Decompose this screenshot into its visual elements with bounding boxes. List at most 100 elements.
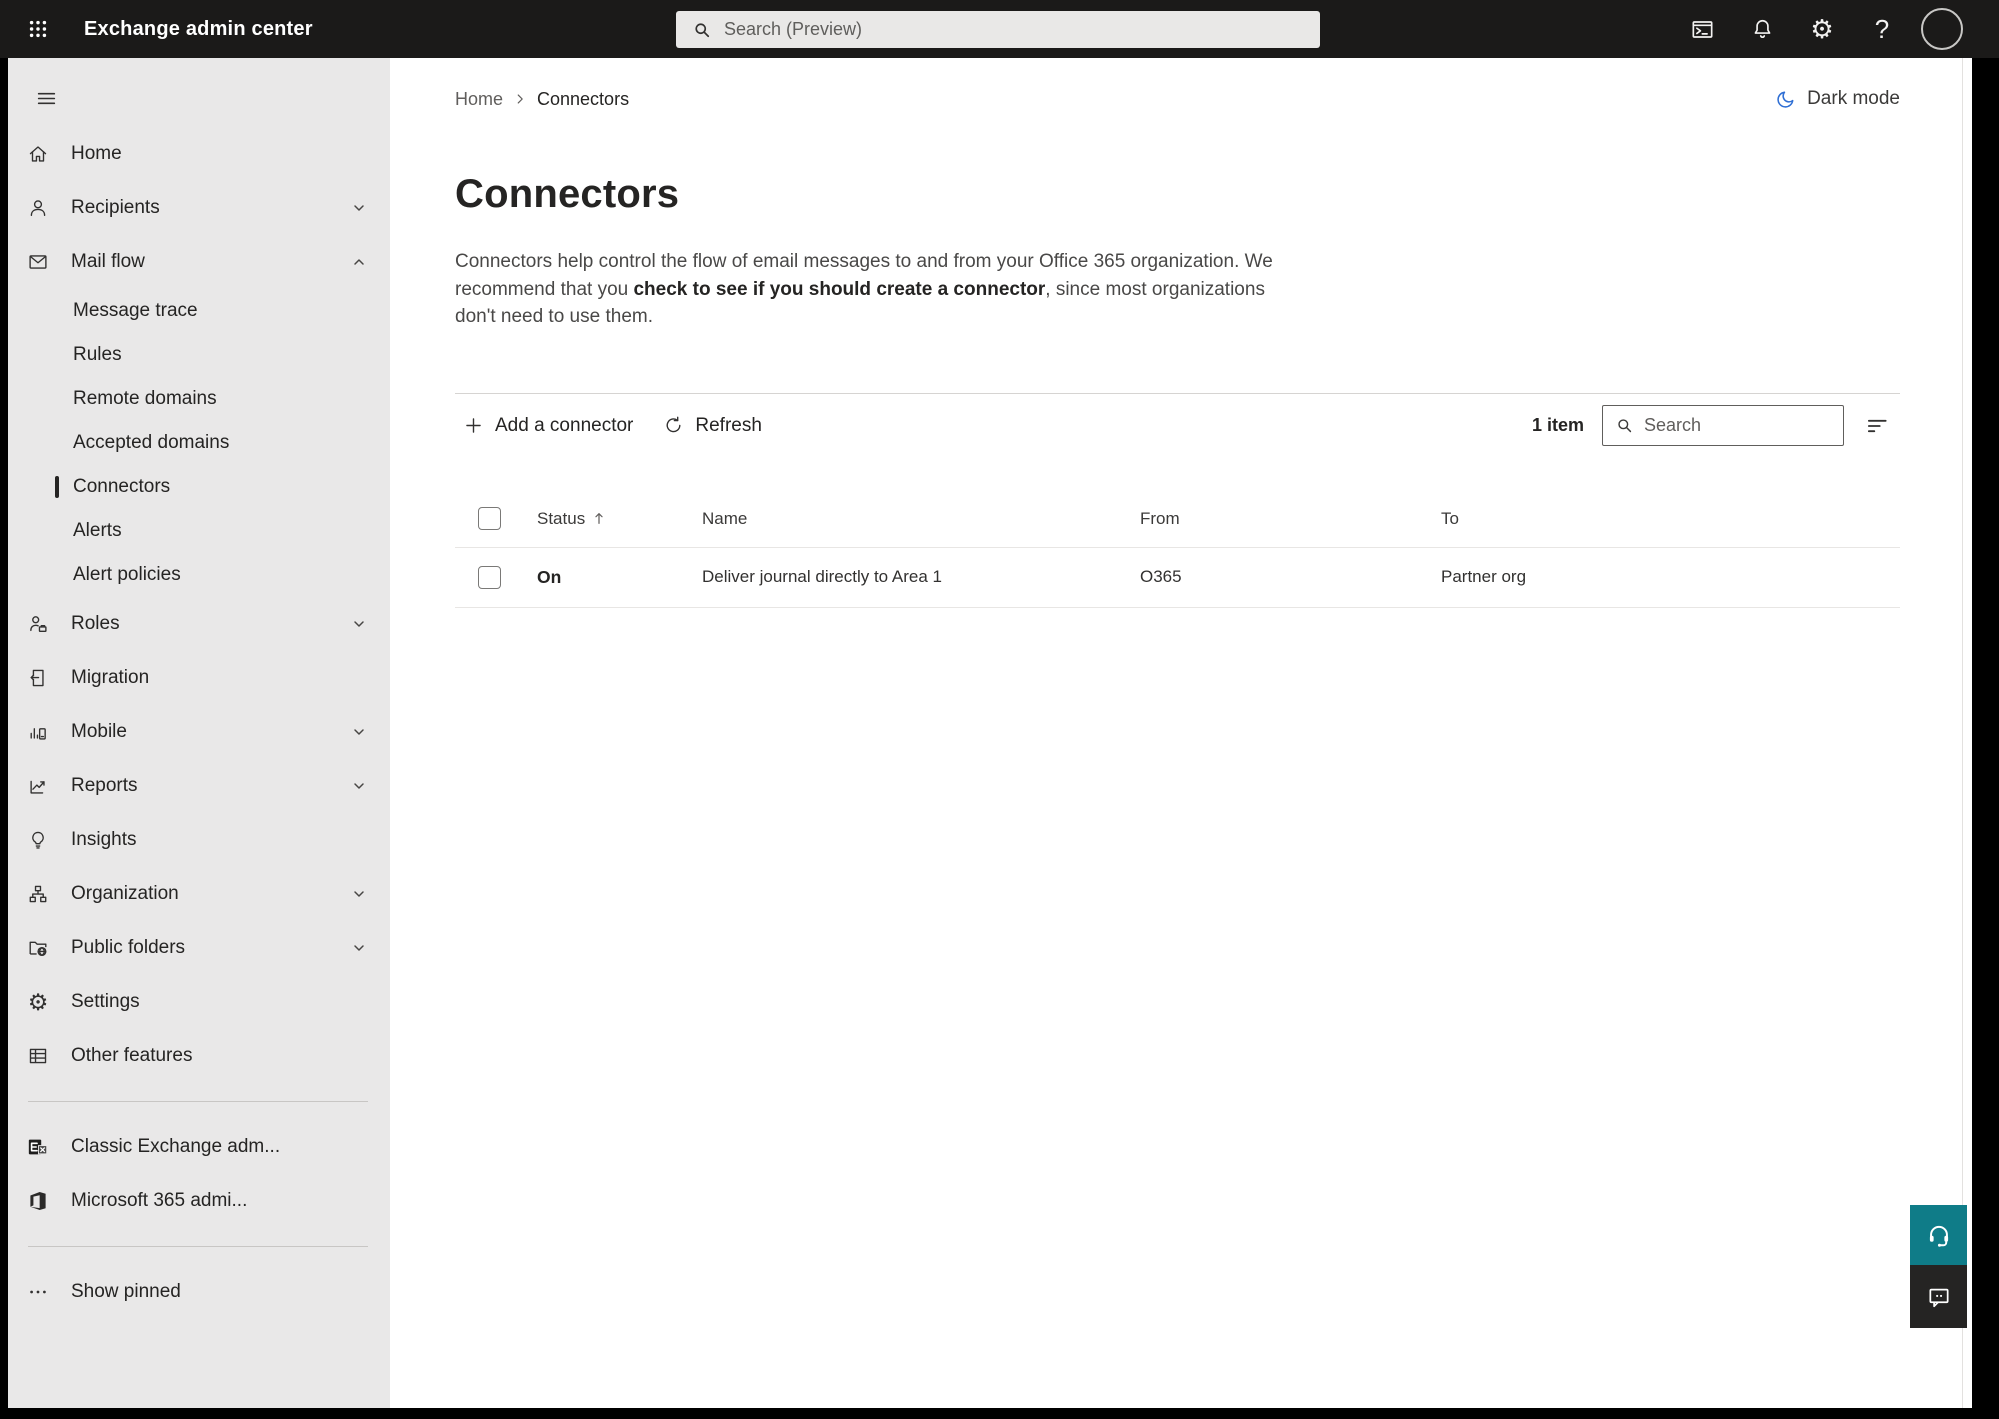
row-to: Partner org bbox=[1441, 567, 1527, 586]
sidebar-divider bbox=[28, 1246, 368, 1247]
chevron-down-icon bbox=[351, 778, 367, 794]
chevron-down-icon bbox=[351, 200, 367, 216]
sidebar-item-rules[interactable]: Rules bbox=[8, 333, 390, 377]
app-launcher-button[interactable] bbox=[18, 9, 58, 49]
sidebar-item-label: Insights bbox=[71, 829, 137, 850]
bell-icon bbox=[1754, 19, 1770, 38]
powershell-button[interactable] bbox=[1672, 0, 1732, 58]
refresh-button[interactable]: Refresh bbox=[655, 409, 770, 443]
sidebar-item-label: Classic Exchange adm... bbox=[71, 1136, 281, 1157]
breadcrumb-current: Connectors bbox=[537, 88, 630, 109]
sidebar-item-recipients[interactable]: Recipients bbox=[8, 181, 390, 235]
table-header-row: Status Name From To bbox=[455, 491, 1900, 547]
sidebar-item-label: Show pinned bbox=[71, 1281, 181, 1302]
list-search-input[interactable] bbox=[1644, 415, 1843, 436]
sidebar-item-label: Mobile bbox=[71, 721, 127, 742]
column-header-from[interactable]: From bbox=[1118, 509, 1419, 529]
support-button[interactable] bbox=[1910, 1205, 1967, 1265]
sidebar-item-label: Connectors bbox=[73, 476, 171, 497]
sort-ascending-icon bbox=[592, 511, 606, 526]
sidebar-item-classic-exchange-admin[interactable]: Classic Exchange adm... bbox=[8, 1120, 390, 1174]
chevron-down-icon bbox=[351, 616, 367, 632]
search-icon bbox=[1618, 419, 1632, 433]
row-checkbox[interactable] bbox=[478, 565, 501, 589]
sidebar-item-label: Alerts bbox=[73, 520, 122, 541]
moon-icon bbox=[1777, 91, 1794, 108]
sidebar-item-label: Remote domains bbox=[73, 388, 217, 409]
notifications-button[interactable] bbox=[1732, 0, 1792, 58]
sidebar-item-settings[interactable]: ⚙ Settings bbox=[8, 975, 390, 1029]
chevron-down-icon bbox=[351, 940, 367, 956]
refresh-label: Refresh bbox=[695, 414, 762, 436]
breadcrumb: Home Connectors bbox=[455, 89, 629, 110]
reports-icon bbox=[27, 775, 49, 797]
sidebar-item-mobile[interactable]: Mobile bbox=[8, 705, 390, 759]
collapse-nav-button[interactable] bbox=[26, 78, 66, 118]
ellipsis-icon bbox=[27, 1281, 49, 1303]
table-row[interactable]: On Deliver journal directly to Area 1 O3… bbox=[455, 546, 1900, 608]
global-search-box[interactable] bbox=[676, 11, 1320, 48]
topbar: Exchange admin center Search (Preview) ⚙… bbox=[0, 0, 1999, 58]
help-button[interactable]: ? bbox=[1852, 0, 1912, 58]
sidebar-item-alert-policies[interactable]: Alert policies bbox=[8, 553, 390, 597]
list-toolbar: Add a connector Refresh 1 item bbox=[455, 394, 1900, 458]
global-search-input[interactable] bbox=[724, 19, 1320, 40]
sidebar-item-label: Alert policies bbox=[73, 564, 181, 585]
sidebar-item-label: Rules bbox=[73, 344, 122, 365]
sidebar-item-show-pinned[interactable]: Show pinned bbox=[8, 1265, 390, 1319]
mobile-icon bbox=[27, 721, 49, 743]
sidebar-divider bbox=[28, 1101, 368, 1102]
avatar bbox=[1921, 8, 1963, 50]
column-header-to[interactable]: To bbox=[1419, 509, 1900, 529]
add-connector-button[interactable]: Add a connector bbox=[455, 409, 641, 443]
filter-button[interactable] bbox=[1862, 411, 1892, 441]
person-badge-icon bbox=[27, 613, 49, 635]
exchange-admin-center: Exchange admin center Search (Preview) ⚙… bbox=[0, 0, 1999, 1419]
sidebar-item-microsoft-365-admin[interactable]: Microsoft 365 admi... bbox=[8, 1174, 390, 1228]
sidebar-item-public-folders[interactable]: Public folders bbox=[8, 921, 390, 975]
sidebar-item-organization[interactable]: Organization bbox=[8, 867, 390, 921]
corner-buttons bbox=[1910, 1205, 1967, 1328]
chevron-up-icon bbox=[351, 254, 367, 270]
chevron-down-icon bbox=[351, 724, 367, 740]
sidebar-item-insights[interactable]: Insights bbox=[8, 813, 390, 867]
lightbulb-icon bbox=[27, 829, 49, 851]
sidebar-item-remote-domains[interactable]: Remote domains bbox=[8, 377, 390, 421]
settings-button[interactable]: ⚙ bbox=[1792, 0, 1852, 58]
sidebar-item-label: Settings bbox=[71, 991, 140, 1012]
select-all-checkbox[interactable] bbox=[478, 507, 501, 530]
sidebar-item-label: Roles bbox=[71, 613, 120, 634]
sidebar-item-label: Organization bbox=[71, 883, 179, 904]
app-title: Exchange admin center bbox=[84, 17, 313, 40]
feedback-button[interactable] bbox=[1910, 1265, 1967, 1328]
plus-icon bbox=[466, 418, 481, 433]
sidebar-item-home[interactable]: Home bbox=[8, 127, 390, 181]
folder-globe-icon bbox=[27, 937, 49, 959]
gear-icon: ⚙ bbox=[27, 988, 49, 1015]
page-description: Connectors help control the flow of emai… bbox=[455, 248, 1295, 331]
item-count: 1 item bbox=[1531, 415, 1584, 435]
sidebar-item-label: Message trace bbox=[73, 300, 198, 321]
m365-logo bbox=[27, 1190, 49, 1212]
hamburger-icon bbox=[37, 92, 55, 104]
sidebar-item-accepted-domains[interactable]: Accepted domains bbox=[8, 421, 390, 465]
sidebar-item-migration[interactable]: Migration bbox=[8, 651, 390, 705]
sidebar-item-connectors[interactable]: Connectors bbox=[8, 465, 390, 509]
dark-mode-label: Dark mode bbox=[1807, 88, 1900, 109]
list-search-box[interactable] bbox=[1602, 405, 1844, 446]
column-header-status[interactable]: Status bbox=[515, 509, 680, 529]
dark-mode-toggle[interactable]: Dark mode bbox=[1775, 88, 1900, 110]
sidebar-item-alerts[interactable]: Alerts bbox=[8, 509, 390, 553]
sidebar-item-mail-flow[interactable]: Mail flow bbox=[8, 235, 390, 289]
topbar-actions: ⚙ ? bbox=[1672, 0, 1972, 58]
sidebar-item-other-features[interactable]: Other features bbox=[8, 1029, 390, 1083]
sidebar-item-roles[interactable]: Roles bbox=[8, 597, 390, 651]
gear-icon: ⚙ bbox=[1810, 14, 1834, 44]
breadcrumb-home[interactable]: Home bbox=[455, 89, 503, 110]
sidebar-item-label: Reports bbox=[71, 775, 138, 796]
question-mark-icon: ? bbox=[1874, 14, 1890, 44]
account-button[interactable] bbox=[1912, 0, 1972, 58]
sidebar-item-reports[interactable]: Reports bbox=[8, 759, 390, 813]
column-header-name[interactable]: Name bbox=[680, 509, 1118, 529]
sidebar-item-message-trace[interactable]: Message trace bbox=[8, 289, 390, 333]
